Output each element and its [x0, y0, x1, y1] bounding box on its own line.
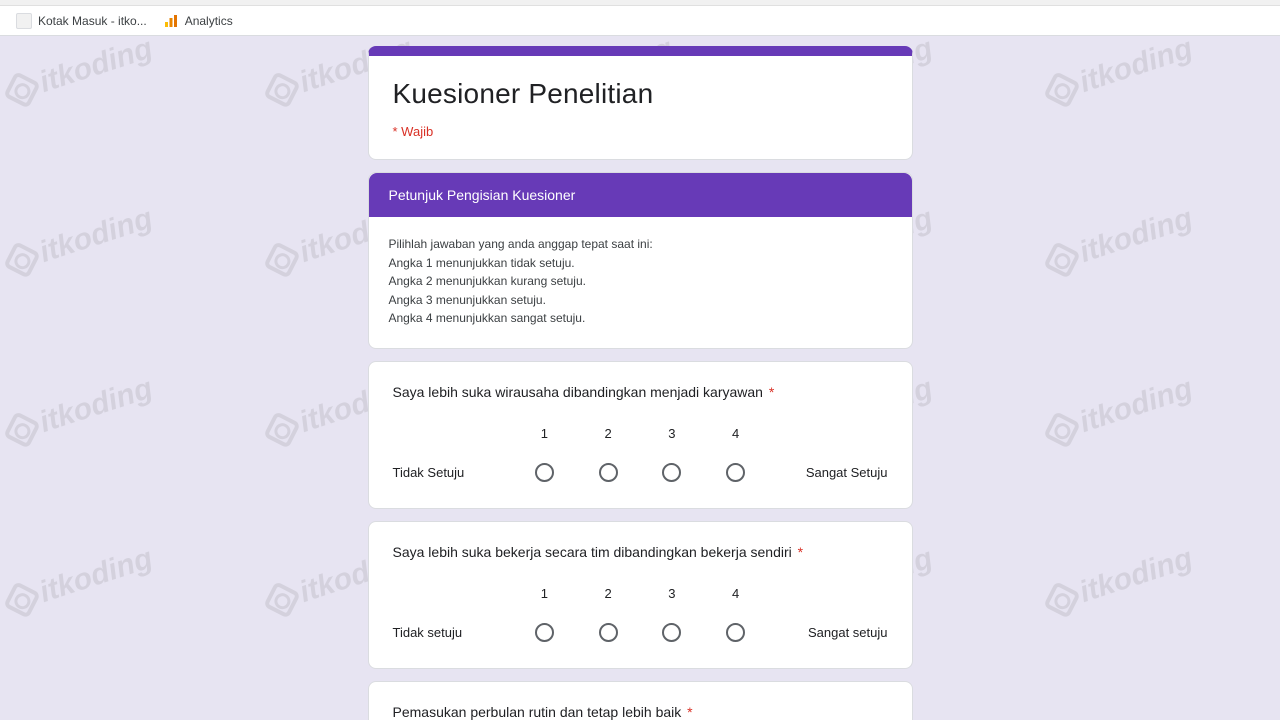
- section-line: Angka 4 menunjukkan sangat setuju.: [389, 309, 892, 328]
- linear-scale: 1 2 3 4 Tidak setuju Sangat se: [393, 586, 888, 642]
- question-card-3: Pemasukan perbulan rutin dan tetap lebih…: [368, 681, 913, 720]
- section-header: Petunjuk Pengisian Kuesioner: [369, 173, 912, 217]
- scale-number-4: 4: [726, 426, 746, 441]
- question-label: Saya lebih suka wirausaha dibandingkan m…: [393, 384, 763, 400]
- form-container: Kuesioner Penelitian * Wajib Petunjuk Pe…: [0, 36, 1280, 720]
- bookmark-label: Kotak Masuk - itko...: [38, 14, 147, 28]
- question-card-1: Saya lebih suka wirausaha dibandingkan m…: [368, 361, 913, 509]
- scale-number-3: 3: [662, 426, 682, 441]
- section-line: Angka 2 menunjukkan kurang setuju.: [389, 272, 892, 291]
- scale-low-label: Tidak Setuju: [393, 465, 513, 480]
- scale-high-label: Sangat Setuju: [768, 465, 888, 480]
- scale-radio-2[interactable]: [599, 463, 618, 482]
- question-label: Saya lebih suka bekerja secara tim diban…: [393, 544, 792, 560]
- bookmark-label: Analytics: [185, 14, 233, 28]
- required-star-icon: *: [798, 544, 803, 560]
- section-line: Angka 1 menunjukkan tidak setuju.: [389, 254, 892, 273]
- scale-radio-4[interactable]: [726, 463, 745, 482]
- question-text: Saya lebih suka wirausaha dibandingkan m…: [393, 384, 888, 400]
- scale-number-2: 2: [598, 426, 618, 441]
- scale-number-1: 1: [534, 426, 554, 441]
- form-header-card: Kuesioner Penelitian * Wajib: [368, 46, 913, 160]
- bookmark-analytics[interactable]: Analytics: [155, 6, 241, 35]
- question-text: Saya lebih suka bekerja secara tim diban…: [393, 544, 888, 560]
- scale-radio-2[interactable]: [599, 623, 618, 642]
- linear-scale: 1 2 3 4 Tidak Setuju Sangat Se: [393, 426, 888, 482]
- scale-number-4: 4: [726, 586, 746, 601]
- bookmark-kotak-masuk[interactable]: Kotak Masuk - itko...: [8, 6, 155, 35]
- scale-radio-3[interactable]: [662, 623, 681, 642]
- scale-radio-4[interactable]: [726, 623, 745, 642]
- scale-number-1: 1: [534, 586, 554, 601]
- required-note: * Wajib: [393, 124, 888, 139]
- section-line: Pilihlah jawaban yang anda anggap tepat …: [389, 235, 892, 254]
- question-text: Pemasukan perbulan rutin dan tetap lebih…: [393, 704, 888, 720]
- section-body: Pilihlah jawaban yang anda anggap tepat …: [369, 217, 912, 348]
- form-background: itkodingitkodingitkodingitkodingitkoding…: [0, 36, 1280, 720]
- scale-radio-3[interactable]: [662, 463, 681, 482]
- section-line: Angka 3 menunjukkan setuju.: [389, 291, 892, 310]
- form-title: Kuesioner Penelitian: [393, 78, 888, 110]
- mail-favicon: [16, 13, 32, 29]
- question-card-2: Saya lebih suka bekerja secara tim diban…: [368, 521, 913, 669]
- analytics-favicon: [163, 13, 179, 29]
- scale-low-label: Tidak setuju: [393, 625, 513, 640]
- scale-high-label: Sangat setuju: [768, 625, 888, 640]
- question-label: Pemasukan perbulan rutin dan tetap lebih…: [393, 704, 682, 720]
- scale-radio-1[interactable]: [535, 623, 554, 642]
- scale-number-3: 3: [662, 586, 682, 601]
- required-star-icon: *: [769, 384, 774, 400]
- scale-radio-1[interactable]: [535, 463, 554, 482]
- required-star-icon: *: [687, 704, 692, 720]
- section-card: Petunjuk Pengisian Kuesioner Pilihlah ja…: [368, 172, 913, 349]
- scale-number-2: 2: [598, 586, 618, 601]
- bookmarks-bar: Kotak Masuk - itko... Analytics: [0, 6, 1280, 36]
